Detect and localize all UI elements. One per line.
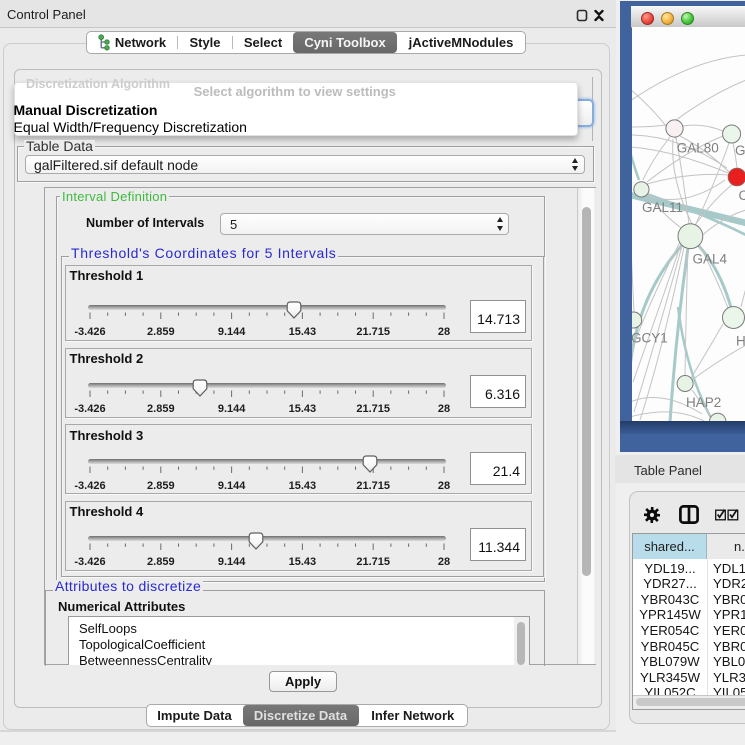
svg-text:C: C (739, 188, 745, 203)
svg-text:GAL: GAL (735, 143, 745, 158)
svg-text:HAP2: HAP2 (686, 395, 721, 410)
svg-text:GAL80: GAL80 (677, 141, 719, 156)
svg-text:GCY1: GCY1 (632, 331, 668, 346)
svg-text:GAL11: GAL11 (642, 200, 683, 215)
svg-text:H: H (736, 334, 745, 349)
svg-text:GAL4: GAL4 (693, 252, 728, 267)
